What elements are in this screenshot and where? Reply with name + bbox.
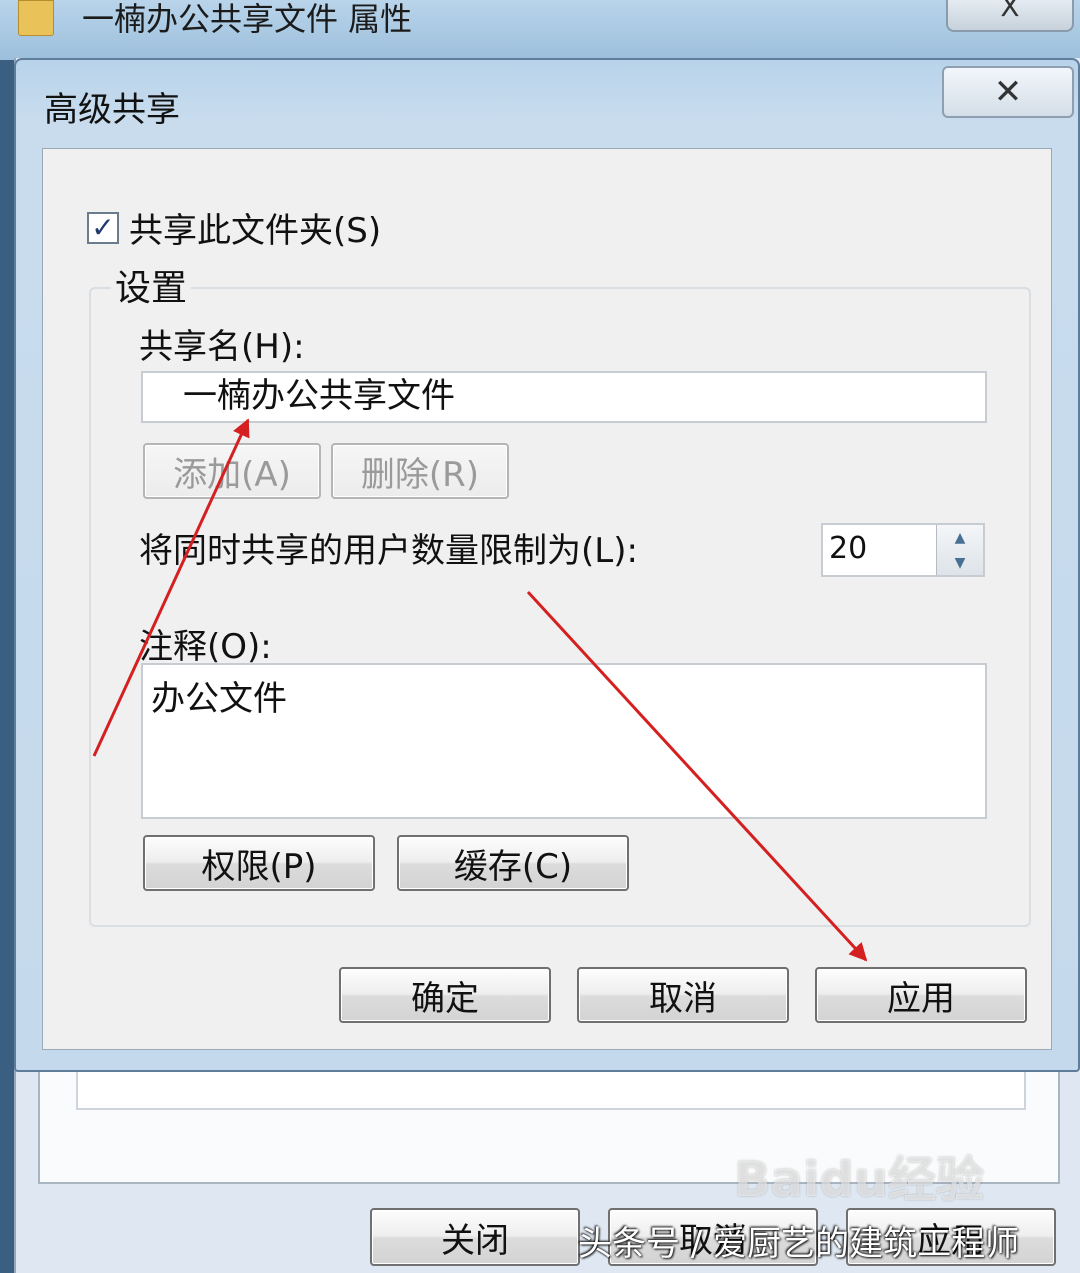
annotation-arrows — [92, 418, 868, 962]
arrow-to-apply-button — [526, 590, 868, 962]
watermark: Baidu经验 — [734, 1152, 984, 1208]
footer-caption: 头条号 / 爱厨艺的建筑工程师 — [578, 1224, 1020, 1264]
arrow-to-share-name — [92, 418, 250, 757]
